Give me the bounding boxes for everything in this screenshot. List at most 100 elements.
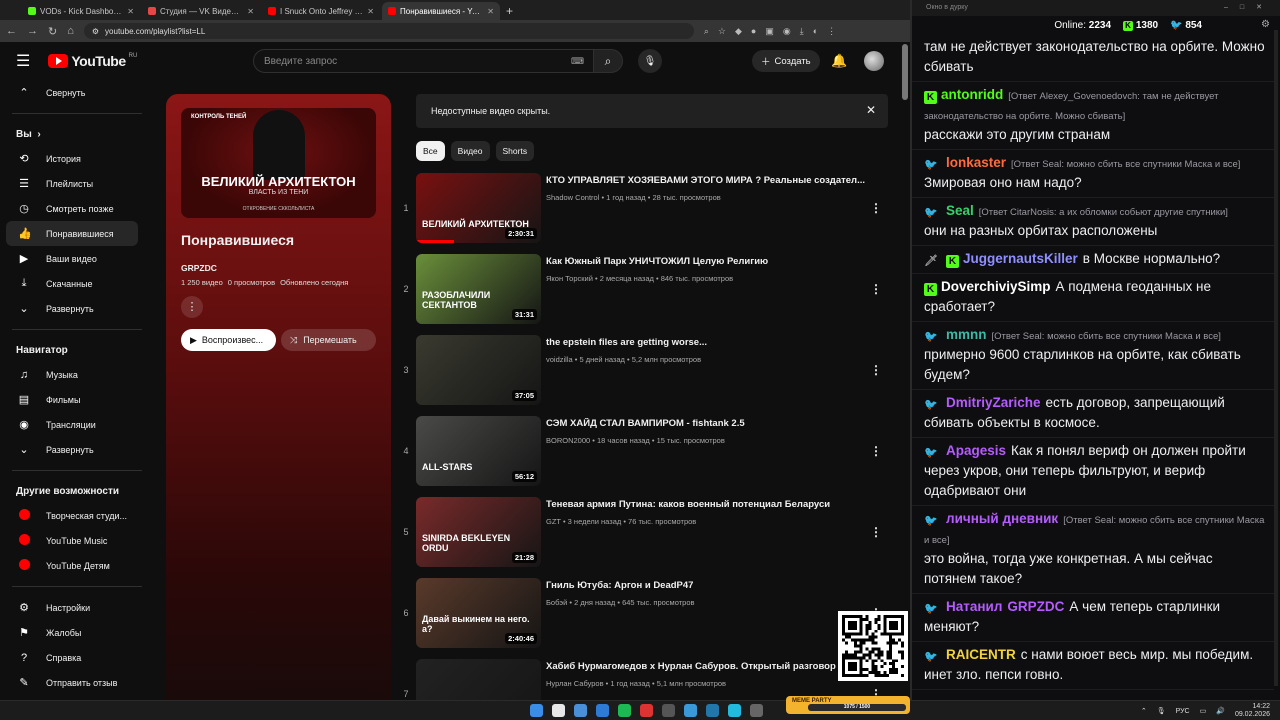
chat-username[interactable]: DmitriyZariche [946,395,1041,410]
page-scrollbar[interactable] [902,44,908,100]
sidebar-section-you[interactable]: Вы › [0,122,150,146]
sidebar-item[interactable]: ⚙ Настройки [0,595,150,620]
sidebar-item[interactable]: YouTube Детям [0,553,150,578]
video-row[interactable]: 3 37:05 the epstein files are getting wors… [396,335,896,416]
profile-icon[interactable]: ◐ [813,26,818,37]
video-row[interactable]: 4 ALL-STARS 56:12 СЭМ ХАЙД СТАЛ ВАМПИРОМ - … [396,416,896,497]
search-button[interactable]: ⌕ [593,49,623,73]
channel-name[interactable]: Бобэй [546,598,567,607]
app-icon[interactable] [750,704,763,717]
app-icon[interactable] [728,704,741,717]
sidebar-item[interactable]: ✎ Отправить отзыв [0,670,150,695]
sidebar-item[interactable]: ☰ Плейлисты [0,171,150,196]
notifications-bell-icon[interactable]: 🔔 [831,53,847,69]
channel-name[interactable]: voidzilla [546,355,573,364]
browser-tab[interactable]: Понравившиеся - YouTube ✕ [382,2,500,20]
steam-icon[interactable] [596,704,609,717]
chat-mention[interactable]: GRPZDC [1007,599,1064,614]
play-all-button[interactable]: ▶ Воспроизвес... [181,329,276,351]
extension-icon[interactable]: ◆ [735,26,742,37]
chat-username[interactable]: DoverchiviySimp [941,279,1051,294]
clock[interactable]: 14:22 09.02.2026 [1235,703,1270,719]
channel-name[interactable]: Нурлан Сабуров [546,679,604,688]
app-icon[interactable] [662,704,675,717]
channel-name[interactable]: GZT [546,517,561,526]
download-icon[interactable]: ⤓ [800,26,804,37]
more-options-icon[interactable]: ⋮ [181,296,203,318]
app-icon[interactable] [684,704,697,717]
sidebar-item[interactable]: ▤ Фильмы [0,387,150,412]
more-options-icon[interactable]: ⋮ [870,363,882,377]
more-options-icon[interactable]: ⋮ [870,282,882,296]
video-thumbnail[interactable]: РАЗОБЛАЧИЛИ СЕКТАНТОВ 31:31 [416,254,541,324]
site-info-icon[interactable]: ⚙ [92,27,99,36]
gear-icon[interactable]: ⚙ [1261,19,1270,30]
video-title[interactable]: Хабиб Нурмагомедов х Нурлан Сабуров. Отк… [546,661,866,672]
chat-username[interactable]: mmnn [946,327,987,342]
video-row[interactable]: 5 SINIRDA BEKLEYEN ORDU 21:28 Теневая армия… [396,497,896,578]
video-row[interactable]: 2 РАЗОБЛАЧИЛИ СЕКТАНТОВ 31:31 Как Южный Пар… [396,254,896,335]
bookmark-star-icon[interactable]: ☆ [718,26,726,37]
chevron-up-icon[interactable]: ⌃ [1141,707,1147,715]
extension-icon[interactable]: ▣ [765,26,774,37]
home-icon[interactable]: ⌂ [67,25,74,37]
channel-name[interactable]: Якон Торский [546,274,593,283]
filter-chip[interactable]: Все [416,141,445,161]
sidebar-item[interactable]: ? Справка [0,645,150,670]
chat-username[interactable]: Apagesis [946,443,1006,458]
video-title[interactable]: Гниль Ютуба: Аргон и DeadP47 [546,580,866,591]
video-thumbnail[interactable]: SINIRDA BEKLEYEN ORDU 21:28 [416,497,541,567]
sidebar-item[interactable]: ⟲ История [0,146,150,171]
microphone-icon[interactable]: 🎙 [1157,707,1166,715]
extension-icon[interactable]: ● [751,26,756,37]
start-icon[interactable] [530,704,543,717]
close-icon[interactable]: ✕ [866,103,876,117]
chat-username[interactable]: antonridd [941,87,1003,102]
volume-icon[interactable]: 🔊 [1216,707,1225,715]
filter-chip[interactable]: Видео [450,141,490,161]
playlist-owner[interactable]: GRPZDC [181,263,217,273]
telegram-icon[interactable] [706,704,719,717]
sidebar-item[interactable]: ♫ Музыка [0,362,150,387]
video-thumbnail[interactable] [416,659,541,700]
more-options-icon[interactable]: ⋮ [870,444,882,458]
chat-username[interactable]: личный дневник [946,511,1058,526]
chrome-icon[interactable] [552,704,565,717]
shuffle-button[interactable]: ⤨ Перемешать [281,329,376,351]
new-tab-button[interactable]: + [506,2,513,20]
more-options-icon[interactable]: ⋮ [870,201,882,215]
spotify-icon[interactable] [618,704,631,717]
channel-name[interactable]: BORON2000 [546,436,590,445]
video-row[interactable]: 6 Давай выкинем на него. а? 2:40:46 Гниль Ю… [396,578,896,659]
extension-icon[interactable]: ◉ [783,26,791,37]
channel-name[interactable]: Shadow Control [546,193,599,202]
sidebar-item[interactable]: 👍 Понравившиеся [6,221,138,246]
keyboard-icon[interactable]: ⌨ [571,56,584,67]
sidebar-item[interactable]: ◉ Трансляции [0,412,150,437]
browser-tab[interactable]: Студия — VK Видео Live ✕ [142,2,260,20]
browser-tab[interactable]: I Snuck Onto Jeffrey Epstein's Is ✕ [262,2,380,20]
chat-username[interactable]: lonkaster [946,155,1006,170]
chat-username[interactable]: Seal [946,203,974,218]
more-options-icon[interactable]: ⋮ [870,525,882,539]
close-icon[interactable]: ✕ [367,7,374,16]
video-title[interactable]: the epstein files are getting worse... [546,337,866,348]
sidebar-item[interactable]: ◷ Смотреть позже [0,196,150,221]
filter-chip[interactable]: Shorts [495,141,535,161]
avatar[interactable] [864,51,884,71]
video-row[interactable]: 1 ВЕЛИКИЙ АРХИТЕКТОН 2:30:31 КТО УПРАВЛЯЕТ … [396,173,896,254]
create-button[interactable]: ＋ Создать [752,50,820,72]
browser-tab[interactable]: VODs - Kick Dashboard ✕ [22,2,140,20]
video-title[interactable]: Как Южный Парк УНИЧТОЖИЛ Целую Религию [546,256,866,267]
sidebar-item-collapse[interactable]: ⌃ Свернуть [0,80,150,105]
chat-username[interactable]: RAICENTR [946,647,1016,662]
sidebar-item[interactable]: ⤓ Скачанные [0,271,150,296]
url-field[interactable]: ⚙ youtube.com/playlist?list=LL [83,23,694,39]
back-icon[interactable]: ← [6,25,17,37]
close-icon[interactable]: ✕ [487,7,494,16]
chat-username[interactable]: JuggernautsKiller [963,251,1078,266]
video-thumbnail[interactable]: Давай выкинем на него. а? 2:40:46 [416,578,541,648]
video-title[interactable]: СЭМ ХАЙД СТАЛ ВАМПИРОМ - fishtank 2.5 [546,418,866,429]
sidebar-item[interactable]: Творческая студи... [0,503,150,528]
zoom-icon[interactable]: ⌕ [704,26,709,37]
